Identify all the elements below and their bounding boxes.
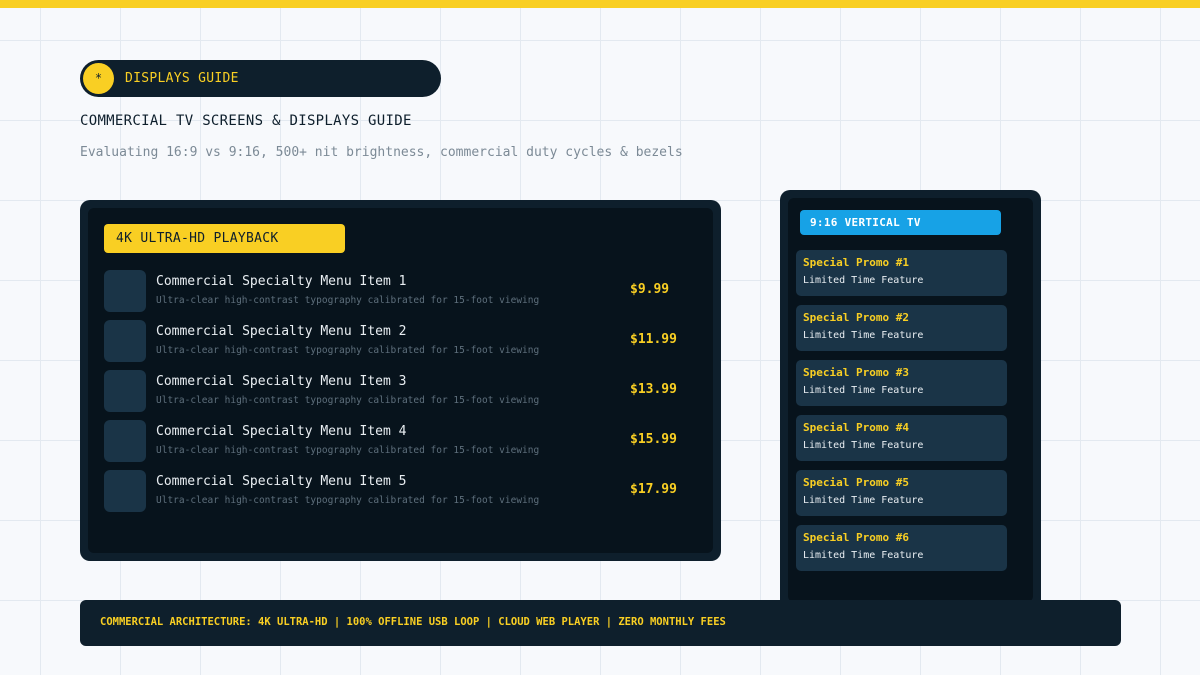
top-accent-bar — [0, 0, 1200, 8]
menu-item: Commercial Specialty Menu Item 2 Ultra-c… — [104, 320, 697, 362]
promo-title: Special Promo #5 — [803, 476, 909, 489]
page-title: COMMERCIAL TV SCREENS & DISPLAYS GUIDE — [80, 113, 412, 129]
page-subtitle: Evaluating 16:9 vs 9:16, 500+ nit bright… — [80, 145, 683, 160]
menu-list: Commercial Specialty Menu Item 1 Ultra-c… — [104, 270, 697, 520]
menu-item-thumbnail — [104, 270, 146, 312]
menu-item-name: Commercial Specialty Menu Item 3 — [156, 374, 407, 389]
menu-item-price: $15.99 — [630, 432, 677, 447]
guide-badge-label: DISPLAYS GUIDE — [125, 71, 239, 86]
promo-title: Special Promo #1 — [803, 256, 909, 269]
menu-item-price: $17.99 — [630, 482, 677, 497]
promo-list: Special Promo #1 Limited Time Feature Sp… — [796, 250, 1007, 580]
promo-card: Special Promo #1 Limited Time Feature — [796, 250, 1007, 296]
portrait-screen: 9:16 VERTICAL TV Special Promo #1 Limite… — [788, 198, 1033, 602]
menu-item-description: Ultra-clear high-contrast typography cal… — [156, 395, 540, 406]
menu-item-name: Commercial Specialty Menu Item 4 — [156, 424, 407, 439]
promo-subtitle: Limited Time Feature — [803, 550, 924, 561]
landscape-display-mockup: 4K ULTRA-HD PLAYBACK Commercial Specialt… — [80, 200, 721, 561]
menu-item-thumbnail — [104, 420, 146, 462]
promo-title: Special Promo #3 — [803, 366, 909, 379]
vertical-tv-tag: 9:16 VERTICAL TV — [800, 210, 1001, 235]
menu-item-name: Commercial Specialty Menu Item 1 — [156, 274, 407, 289]
menu-item: Commercial Specialty Menu Item 5 Ultra-c… — [104, 470, 697, 512]
menu-item-price: $13.99 — [630, 382, 677, 397]
guide-badge: * DISPLAYS GUIDE — [80, 60, 441, 97]
portrait-display-mockup: 9:16 VERTICAL TV Special Promo #1 Limite… — [780, 190, 1041, 610]
footer-text: COMMERCIAL ARCHITECTURE: 4K ULTRA-HD | 1… — [100, 616, 726, 628]
menu-item: Commercial Specialty Menu Item 1 Ultra-c… — [104, 270, 697, 312]
promo-card: Special Promo #6 Limited Time Feature — [796, 525, 1007, 571]
promo-card: Special Promo #5 Limited Time Feature — [796, 470, 1007, 516]
menu-item-name: Commercial Specialty Menu Item 5 — [156, 474, 407, 489]
menu-item-description: Ultra-clear high-contrast typography cal… — [156, 445, 540, 456]
menu-item-price: $11.99 — [630, 332, 677, 347]
promo-title: Special Promo #4 — [803, 421, 909, 434]
menu-item: Commercial Specialty Menu Item 4 Ultra-c… — [104, 420, 697, 462]
promo-subtitle: Limited Time Feature — [803, 275, 924, 286]
asterisk-icon: * — [83, 63, 114, 94]
menu-item-price: $9.99 — [630, 282, 670, 297]
promo-card: Special Promo #3 Limited Time Feature — [796, 360, 1007, 406]
menu-item-description: Ultra-clear high-contrast typography cal… — [156, 345, 540, 356]
menu-item-name: Commercial Specialty Menu Item 2 — [156, 324, 407, 339]
promo-card: Special Promo #2 Limited Time Feature — [796, 305, 1007, 351]
menu-item: Commercial Specialty Menu Item 3 Ultra-c… — [104, 370, 697, 412]
promo-subtitle: Limited Time Feature — [803, 440, 924, 451]
menu-item-thumbnail — [104, 470, 146, 512]
landscape-screen: 4K ULTRA-HD PLAYBACK Commercial Specialt… — [88, 208, 713, 553]
menu-item-description: Ultra-clear high-contrast typography cal… — [156, 295, 540, 306]
promo-subtitle: Limited Time Feature — [803, 330, 924, 341]
menu-item-description: Ultra-clear high-contrast typography cal… — [156, 495, 540, 506]
promo-subtitle: Limited Time Feature — [803, 385, 924, 396]
promo-card: Special Promo #4 Limited Time Feature — [796, 415, 1007, 461]
footer-banner: COMMERCIAL ARCHITECTURE: 4K ULTRA-HD | 1… — [80, 600, 1121, 646]
menu-item-thumbnail — [104, 320, 146, 362]
promo-title: Special Promo #6 — [803, 531, 909, 544]
menu-item-thumbnail — [104, 370, 146, 412]
playback-tag: 4K ULTRA-HD PLAYBACK — [104, 224, 345, 253]
promo-subtitle: Limited Time Feature — [803, 495, 924, 506]
promo-title: Special Promo #2 — [803, 311, 909, 324]
